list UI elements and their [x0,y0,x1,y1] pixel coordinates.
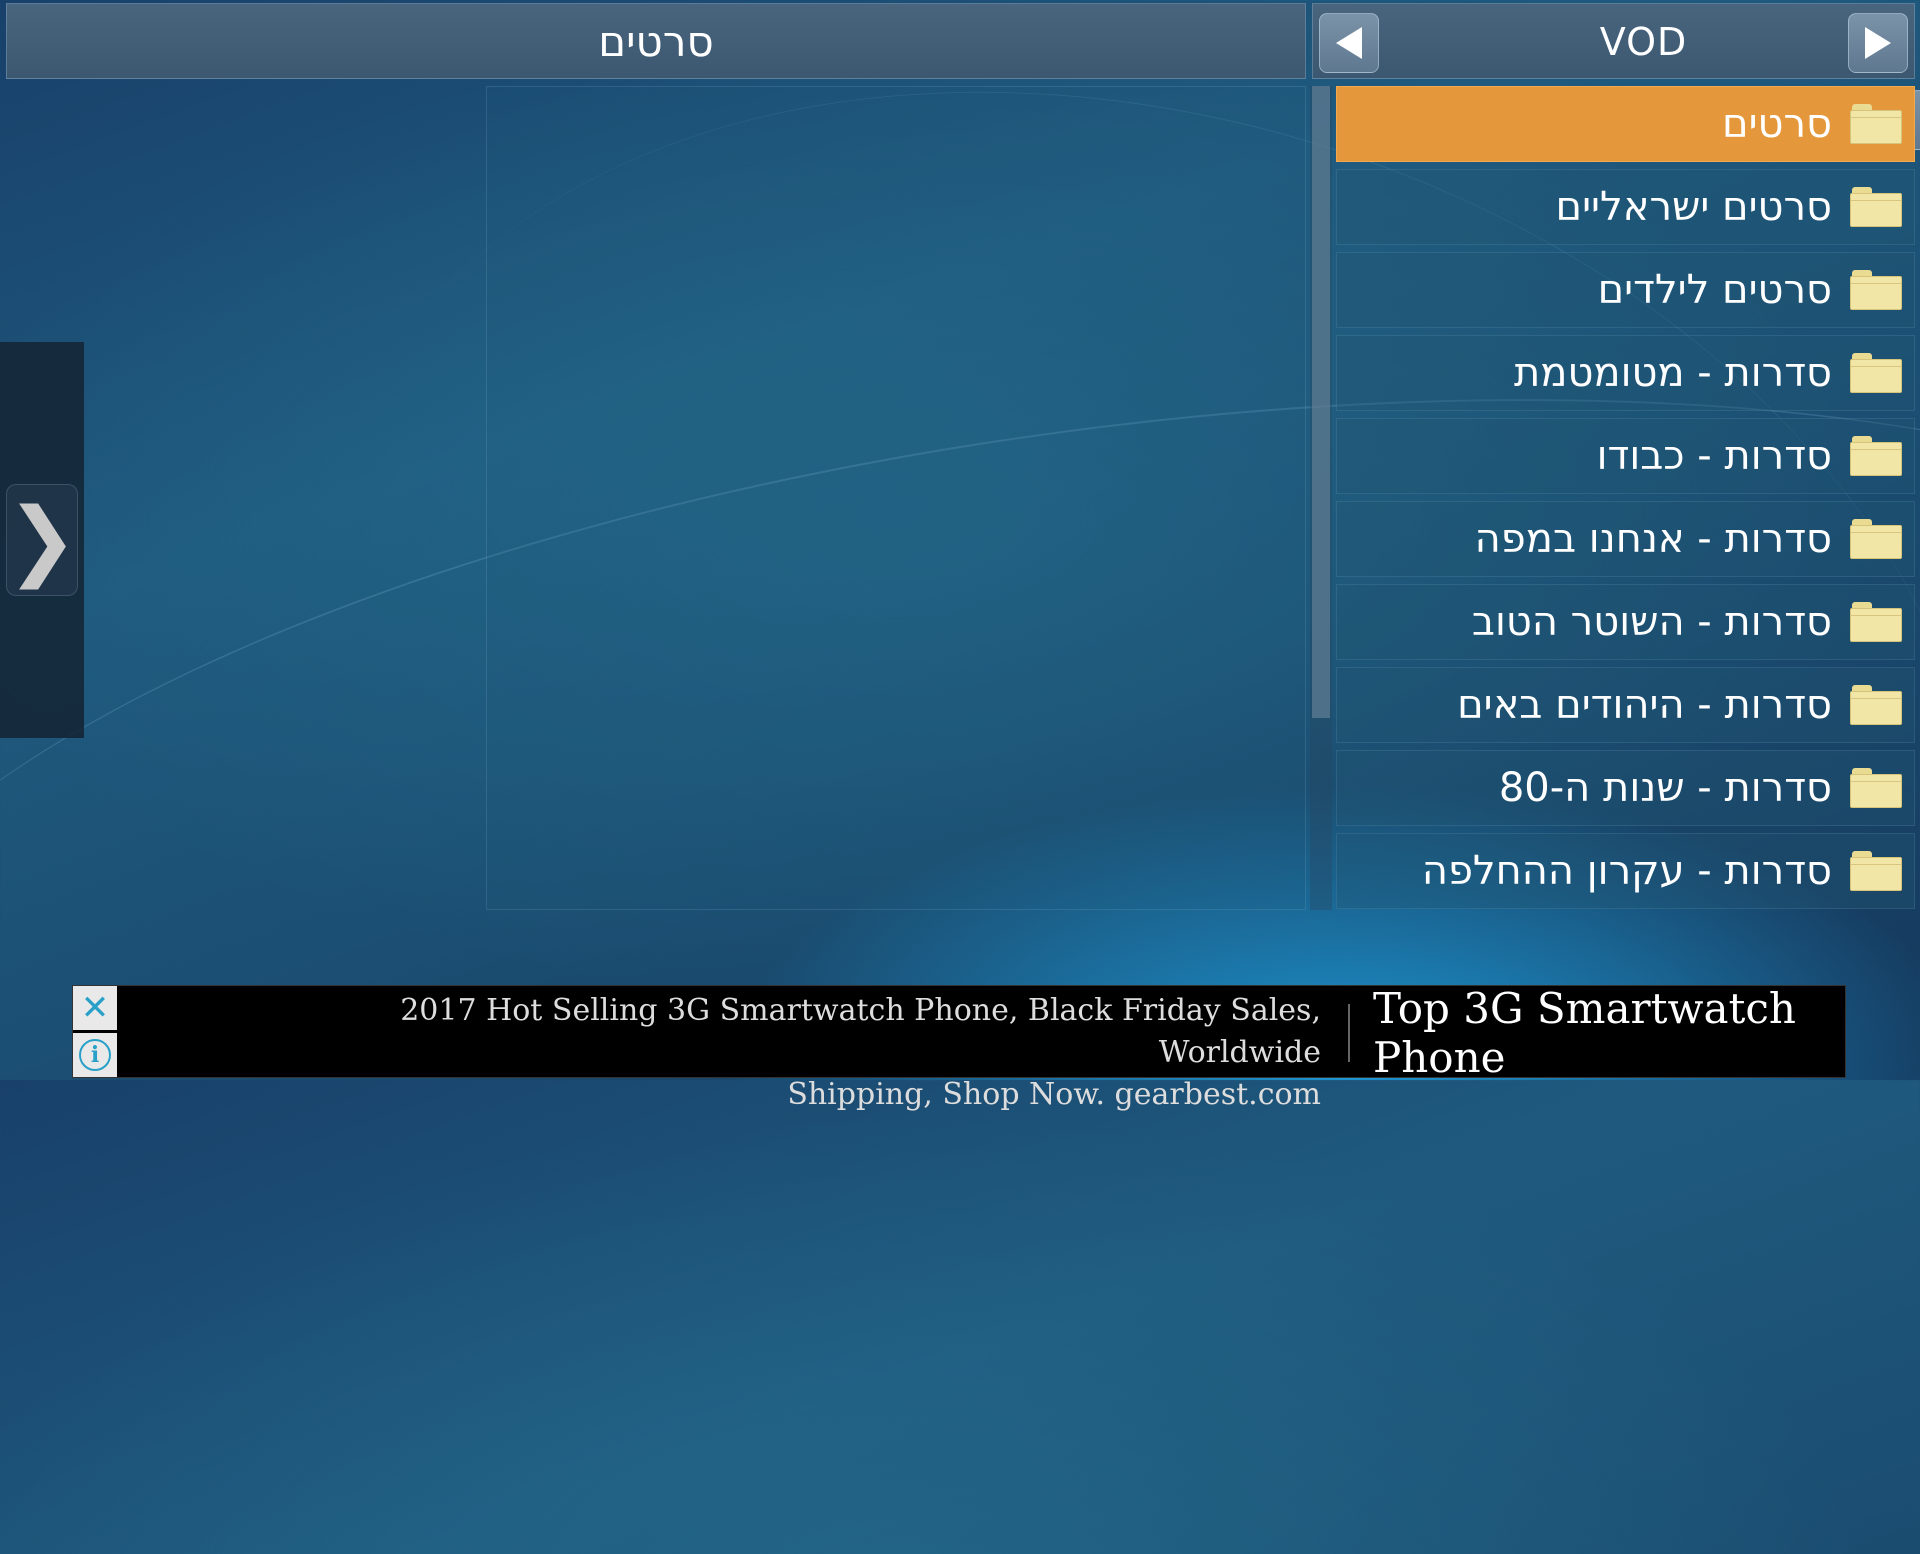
list-item-label: סדרות - היהודים באים [1457,682,1832,728]
folder-icon [1850,353,1902,393]
info-icon: i [79,1039,111,1071]
triangle-right-icon [1865,27,1891,59]
folder-icon [1850,104,1902,144]
list-item-label: סדרות - השוטר הטוב [1471,599,1832,645]
ad-info-button[interactable]: i [73,1033,117,1077]
content-header: סרטים [6,3,1306,79]
ad-divider [1348,1004,1350,1062]
ad-close-button[interactable]: ✕ [73,986,117,1030]
list-item[interactable]: סדרות - מטומטמת [1336,335,1915,411]
list-item-label: סדרות - אנחנו במפה [1474,516,1832,562]
folder-icon [1850,436,1902,476]
folder-icon [1850,768,1902,808]
folder-icon [1850,519,1902,559]
ad-text[interactable]: 2017 Hot Selling 3G Smartwatch Phone, Bl… [233,990,1321,1116]
ad-banner[interactable]: ✕ i 2017 Hot Selling 3G Smartwatch Phone… [72,984,1846,1112]
list-item[interactable]: סדרות - השוטר הטוב [1336,584,1915,660]
list-item-label: סרטים [1722,101,1832,147]
ad-text-line: Shipping, Shop Now. gearbest.com [787,1077,1321,1112]
list-item[interactable]: סדרות - היהודים באים [1336,667,1915,743]
list-item[interactable]: סרטים לילדים [1336,252,1915,328]
list-item-label: סדרות - כבודו [1596,433,1832,479]
list-item[interactable]: סדרות - אנחנו במפה [1336,501,1915,577]
ad-text-line: 2017 Hot Selling 3G Smartwatch Phone, Bl… [400,993,1321,1070]
source-header: VOD [1312,3,1920,150]
list-item-label: סדרות - עקרון ההחלפה [1421,848,1832,894]
previous-button[interactable] [1319,13,1379,73]
list-item[interactable]: סדרות - כבודו [1336,418,1915,494]
list-item-label: סרטים לילדים [1597,267,1832,313]
folder-icon [1850,187,1902,227]
source-title: VOD [1599,20,1688,64]
folder-icon [1850,851,1902,891]
list-item[interactable]: סרטים ישראליים [1336,169,1915,245]
list-item-label: סדרות - שנות ה-80 [1498,765,1832,811]
list-item[interactable]: סרטים [1336,86,1915,162]
ad-cta-link[interactable]: Top 3G Smartwatch Phone [1373,984,1833,1082]
list-item[interactable]: סדרות - שנות ה-80 [1336,750,1915,826]
scrollbar-thumb[interactable] [1312,86,1330,718]
list-item-label: סרטים ישראליים [1555,184,1832,230]
next-button[interactable] [1848,13,1908,73]
side-menu-expand-button[interactable]: ❯ [6,484,78,596]
chevron-right-icon: ❯ [5,490,79,590]
content-title: סרטים [598,16,714,66]
list-item[interactable]: סדרות - עקרון ההחלפה [1336,833,1915,909]
folder-icon [1850,270,1902,310]
list-item-label: סדרות - מטומטמת [1514,350,1832,396]
folder-icon [1850,602,1902,642]
content-pane [486,86,1306,910]
folder-icon [1850,685,1902,725]
category-list: סרטים סרטים ישראליים סרטים לילדים סדרות … [1336,86,1915,916]
triangle-left-icon [1336,27,1362,59]
close-icon: ✕ [80,988,110,1028]
